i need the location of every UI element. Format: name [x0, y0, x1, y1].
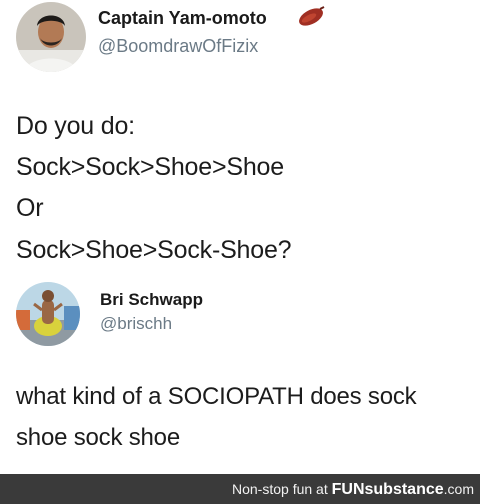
sweet-potato-icon [296, 6, 326, 33]
user-handle[interactable]: @BoomdrawOfFizix [98, 36, 258, 57]
avatar[interactable] [16, 2, 86, 72]
reply-avatar[interactable] [16, 282, 80, 346]
watermark-text[interactable]: Non-stop fun at FUNsubstance.com [232, 481, 474, 499]
tweet-text-line: Sock>Sock>Shoe>Shoe [16, 153, 284, 181]
tweet-text-line: Sock>Shoe>Sock-Shoe? [16, 236, 292, 264]
profile-photo-icon [16, 2, 86, 72]
reply-text-line: shoe sock shoe [16, 424, 180, 451]
tweet-text-line: Or [16, 194, 44, 222]
display-name[interactable]: Captain Yam-omoto [98, 8, 267, 29]
reply-text-line: what kind of a SOCIOPATH does sock [16, 383, 417, 410]
tweet-text-line: Do you do: [16, 112, 135, 140]
brand-suffix: .com [443, 481, 474, 497]
reply-display-name[interactable]: Bri Schwapp [100, 290, 203, 310]
reply-user-handle[interactable]: @brischh [100, 314, 172, 334]
profile-photo-icon [16, 282, 80, 346]
brand-name: FUNsubstance [331, 481, 444, 498]
watermark-prefix: Non-stop fun at [232, 481, 332, 497]
tweet-card: Captain Yam-omoto @BoomdrawOfFizix Do yo… [0, 0, 480, 280]
watermark-footer: Non-stop fun at FUNsubstance.com [0, 474, 480, 504]
